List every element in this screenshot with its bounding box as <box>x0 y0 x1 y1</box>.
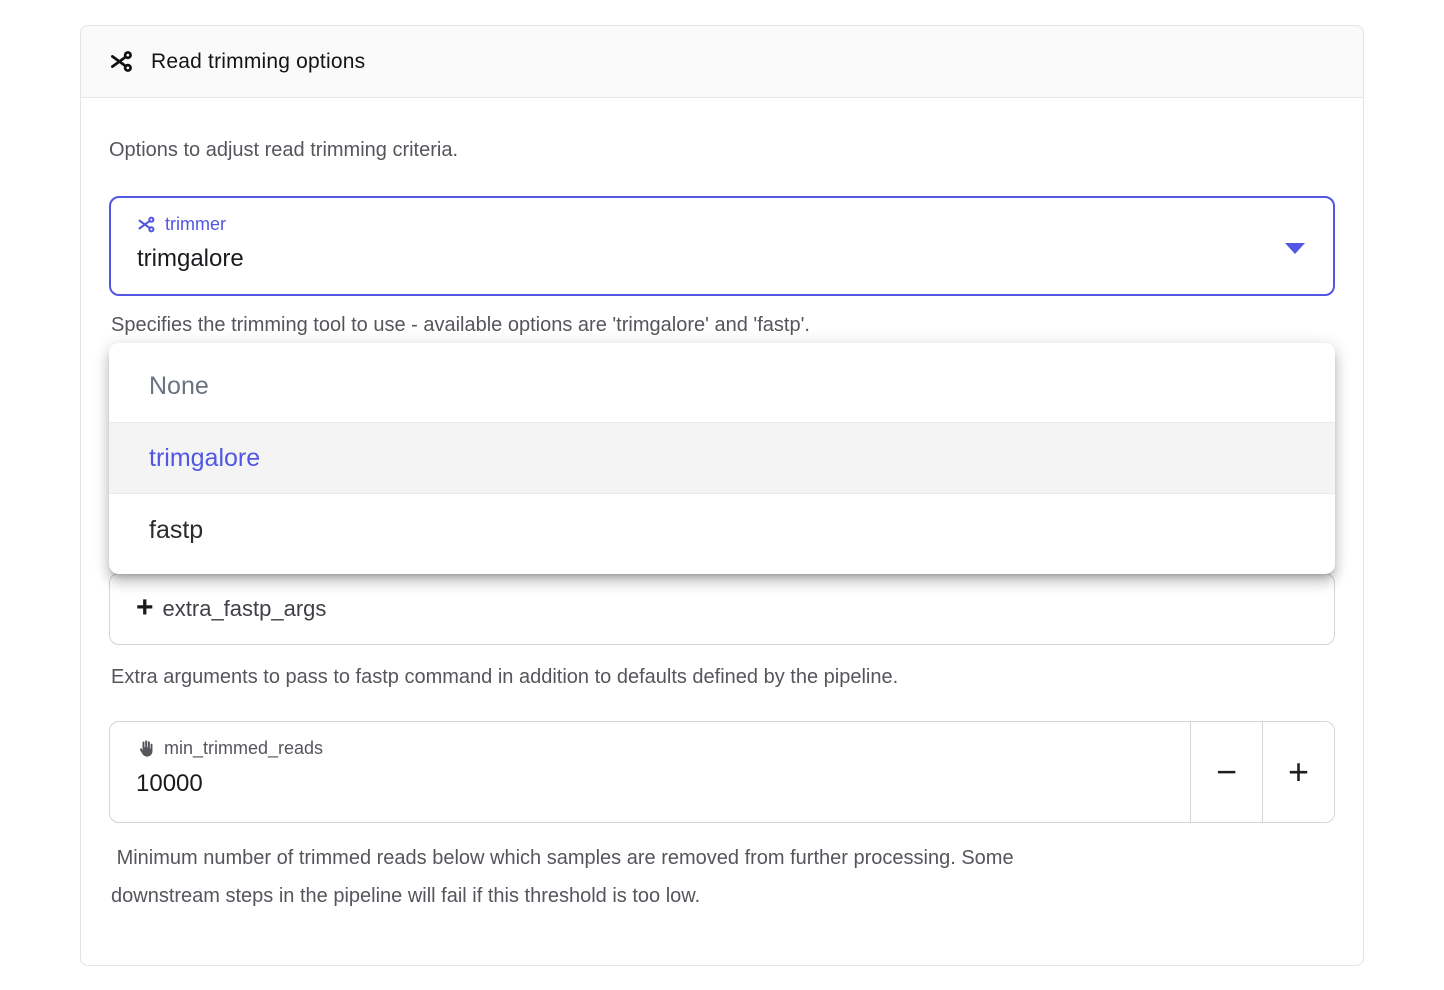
min-trimmed-reads-label-text: min_trimmed_reads <box>164 737 323 759</box>
extra-fastp-args-input[interactable]: + extra_fastp_args <box>109 573 1335 645</box>
dropdown-option-trimgalore[interactable]: trimgalore <box>109 422 1335 494</box>
card-header: Read trimming options <box>81 26 1363 98</box>
trimmer-label-text: trimmer <box>165 213 226 235</box>
page-title: Read trimming options <box>151 50 365 74</box>
trimmer-dropdown-menu: None trimgalore fastp <box>109 343 1335 574</box>
scissors-icon <box>109 49 134 74</box>
increment-button[interactable]: + <box>1262 722 1334 822</box>
min-trimmed-reads-label: min_trimmed_reads <box>136 737 1164 759</box>
min-trimmed-reads-value: 10000 <box>136 769 1164 799</box>
decrement-button[interactable]: − <box>1190 722 1262 822</box>
option-label: trimgalore <box>149 444 260 473</box>
min-trimmed-reads-input[interactable]: min_trimmed_reads 10000 <box>110 722 1190 822</box>
option-label: None <box>149 372 209 401</box>
dropdown-option-fastp[interactable]: fastp <box>109 494 1335 566</box>
scissors-icon <box>137 215 156 234</box>
trimmer-label: trimmer <box>137 213 1307 235</box>
chevron-down-icon[interactable] <box>1285 243 1305 254</box>
min-trimmed-reads-help-text: Minimum number of trimmed reads below wh… <box>111 839 1335 915</box>
trimmer-selected-value: trimgalore <box>137 244 1307 274</box>
min-trimmed-reads-group: min_trimmed_reads 10000 − + <box>109 721 1335 823</box>
plus-icon: + <box>136 593 154 623</box>
overlap-region: None trimgalore fastp + extra_fastp_args <box>109 343 1335 645</box>
card-body: Options to adjust read trimming criteria… <box>81 98 1363 915</box>
trimmer-help-text: Specifies the trimming tool to use - ava… <box>111 313 1335 337</box>
trimmer-select[interactable]: trimmer trimgalore <box>109 196 1335 296</box>
extra-fastp-args-label: + extra_fastp_args <box>136 595 326 623</box>
option-label: fastp <box>149 516 203 545</box>
extra-fastp-args-label-text: extra_fastp_args <box>163 596 327 622</box>
dropdown-option-none[interactable]: None <box>109 350 1335 422</box>
read-trimming-options-card: Read trimming options Options to adjust … <box>80 25 1364 966</box>
extra-fastp-args-help-text: Extra arguments to pass to fastp command… <box>111 665 1335 689</box>
group-description: Options to adjust read trimming criteria… <box>109 138 1335 162</box>
hand-icon <box>136 739 155 758</box>
